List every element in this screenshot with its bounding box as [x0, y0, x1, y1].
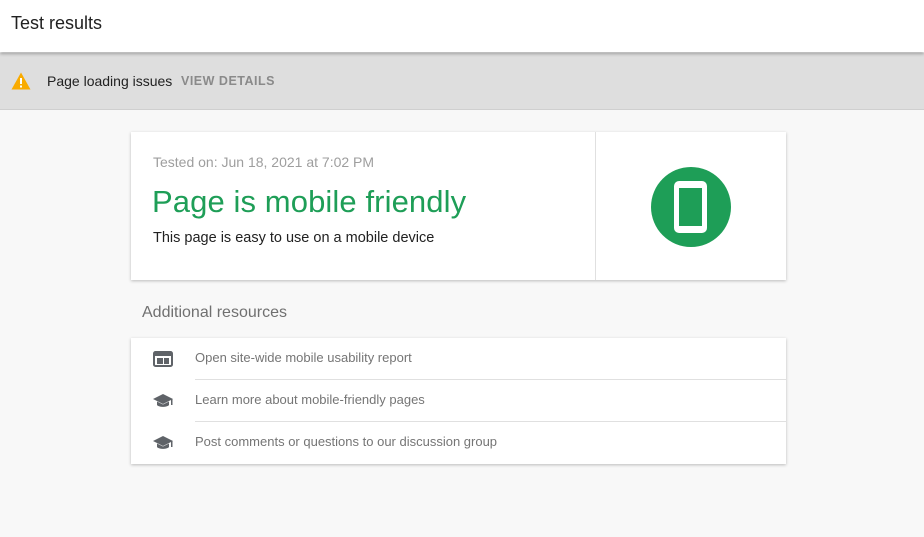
verdict-headline: Page is mobile friendly: [152, 184, 467, 219]
smartphone-icon: [674, 181, 707, 233]
additional-resources-heading: Additional resources: [142, 304, 287, 321]
resource-item-label: Open site-wide mobile usability report: [195, 350, 412, 365]
resource-item-usability-report[interactable]: Open site-wide mobile usability report: [131, 338, 786, 380]
resource-item-learn-more[interactable]: Learn more about mobile-friendly pages: [131, 380, 786, 422]
mobile-friendly-result-card: Tested on: Jun 18, 2021 at 7:02 PM Page …: [131, 132, 786, 280]
school-cap-icon: [153, 391, 173, 411]
warning-icon: [11, 72, 31, 90]
top-app-bar: Test results: [0, 0, 924, 52]
mobile-friendly-badge: [651, 167, 731, 247]
view-details-button[interactable]: VIEW DETAILS: [181, 74, 275, 88]
card-divider: [595, 132, 596, 280]
page-title: Test results: [11, 13, 103, 33]
resources-list: Open site-wide mobile usability report L…: [131, 338, 786, 464]
resource-item-label: Learn more about mobile-friendly pages: [195, 392, 425, 407]
resource-item-discussion-group[interactable]: Post comments or questions to our discus…: [131, 422, 786, 464]
resource-item-label: Post comments or questions to our discus…: [195, 434, 498, 449]
school-cap-icon: [153, 433, 173, 453]
issue-text: Page loading issues: [47, 73, 173, 89]
page-loading-issues-banner: Page loading issues VIEW DETAILS: [0, 53, 924, 110]
web-report-icon: [153, 349, 173, 369]
tested-on-timestamp: Tested on: Jun 18, 2021 at 7:02 PM: [153, 154, 375, 170]
verdict-description: This page is easy to use on a mobile dev…: [153, 230, 435, 246]
